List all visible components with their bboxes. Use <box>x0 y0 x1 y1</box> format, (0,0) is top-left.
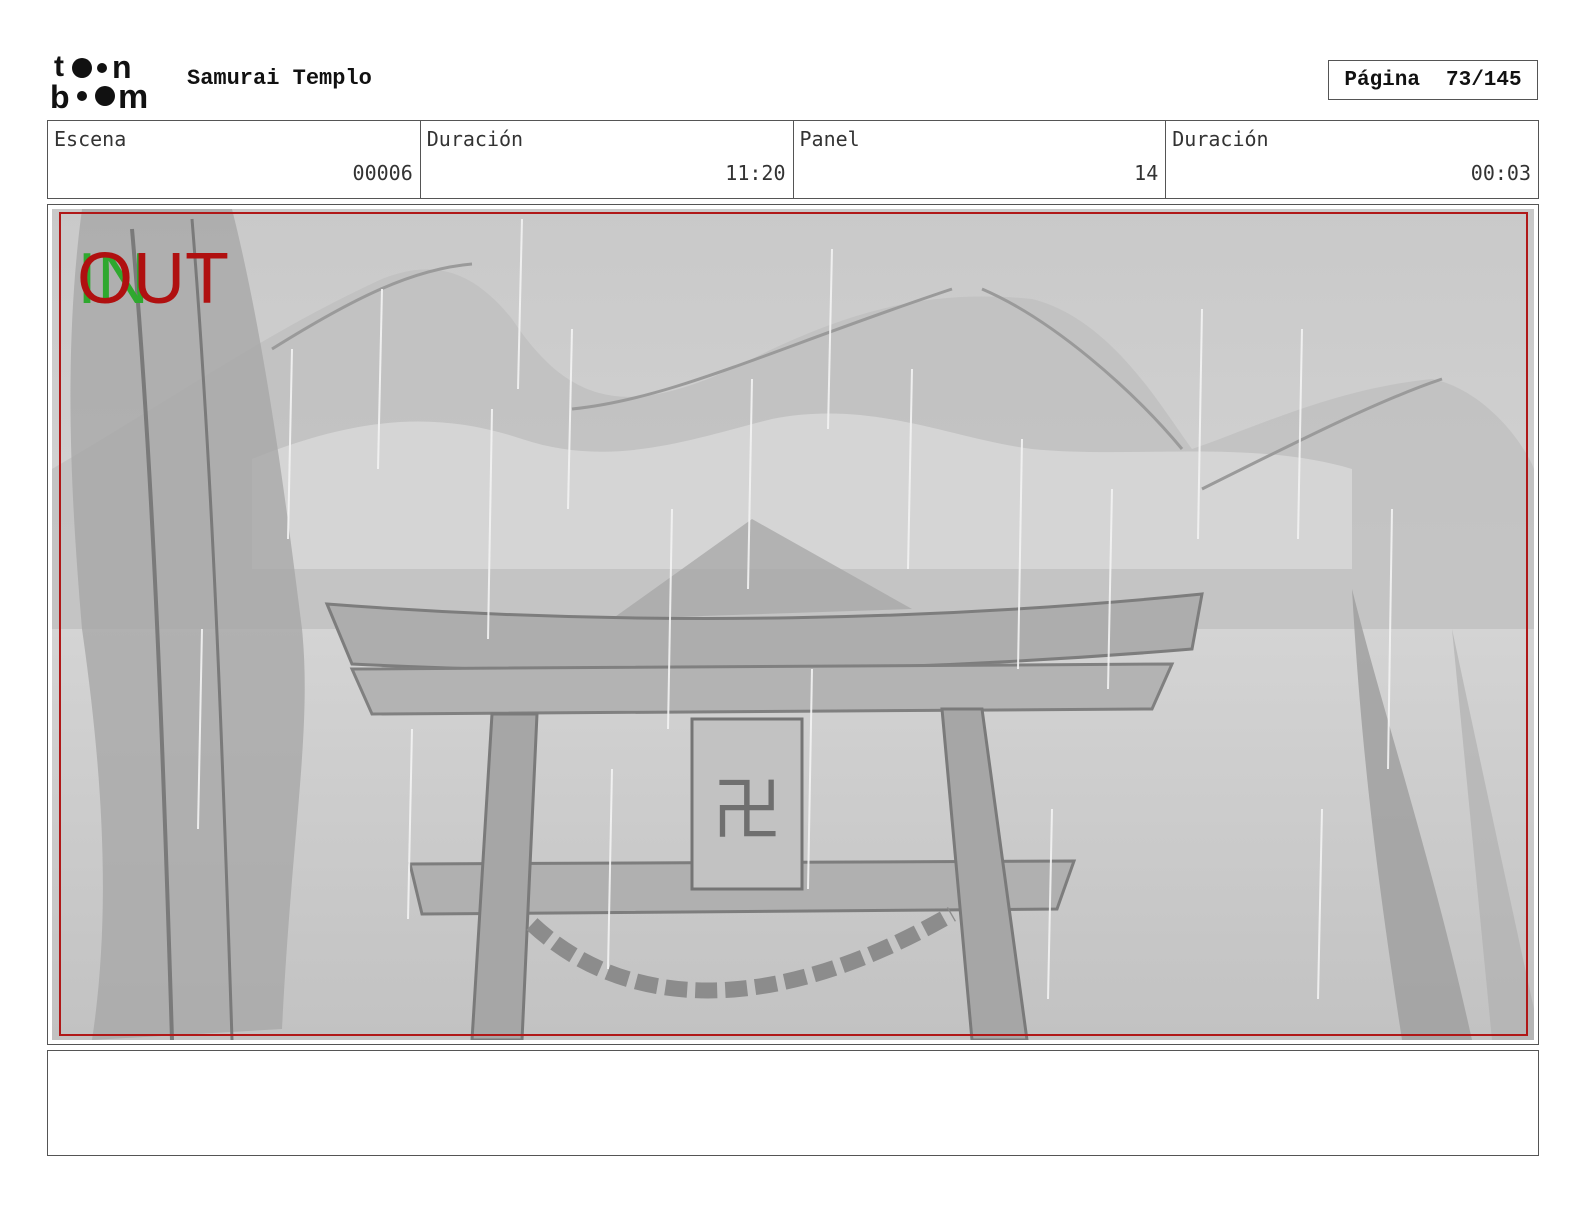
panel-value: 14 <box>1134 161 1159 185</box>
safe-frame <box>59 212 1528 1036</box>
scene-duration-cell: Duración 11:20 <box>419 121 793 198</box>
scene-cell: Escena 00006 <box>48 121 420 198</box>
out-marker: OUT <box>77 239 229 319</box>
toon-boom-logo: t n b m <box>50 50 148 112</box>
page-indicator: Página 73/145 <box>1328 60 1538 100</box>
scene-label: Escena <box>54 127 127 151</box>
scene-duration-value: 11:20 <box>725 161 786 185</box>
svg-text:m: m <box>118 78 148 112</box>
panel-cell: Panel 14 <box>792 121 1166 198</box>
scene-value: 00006 <box>352 161 413 185</box>
page-number: 73/145 <box>1446 68 1522 92</box>
panel-label: Panel <box>799 127 860 151</box>
panel-notes-box <box>47 1050 1539 1156</box>
svg-text:b: b <box>50 79 70 112</box>
panel-duration-label: Duración <box>1172 127 1269 151</box>
scene-duration-label: Duración <box>426 127 524 151</box>
panel-duration-value: 00:03 <box>1470 161 1531 185</box>
page-label: Página <box>1344 68 1420 92</box>
scene-info-table: Escena 00006 Duración 11:20 Panel 14 Dur… <box>47 120 1539 199</box>
project-title: Samurai Templo <box>187 66 372 91</box>
panel-duration-cell: Duración 00:03 <box>1165 121 1538 198</box>
